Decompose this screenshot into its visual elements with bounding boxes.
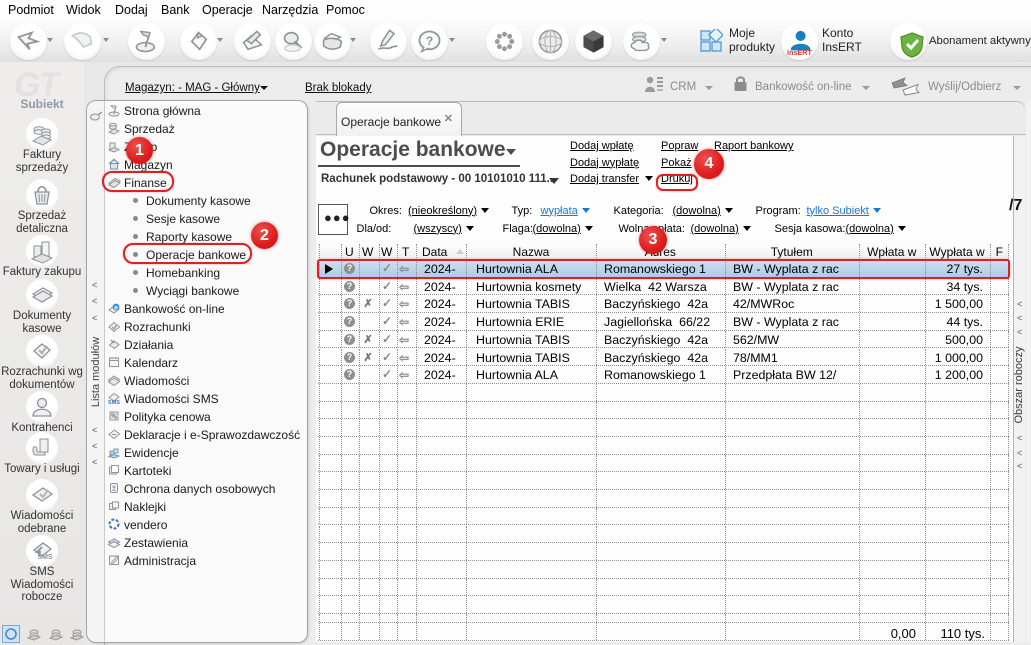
svg-text:?: ?	[426, 34, 433, 48]
svg-text:SMS: SMS	[108, 400, 120, 405]
svg-text:SMS: SMS	[37, 554, 53, 561]
svg-text:e: e	[114, 304, 118, 311]
svg-text:InsERT: InsERT	[787, 48, 813, 56]
